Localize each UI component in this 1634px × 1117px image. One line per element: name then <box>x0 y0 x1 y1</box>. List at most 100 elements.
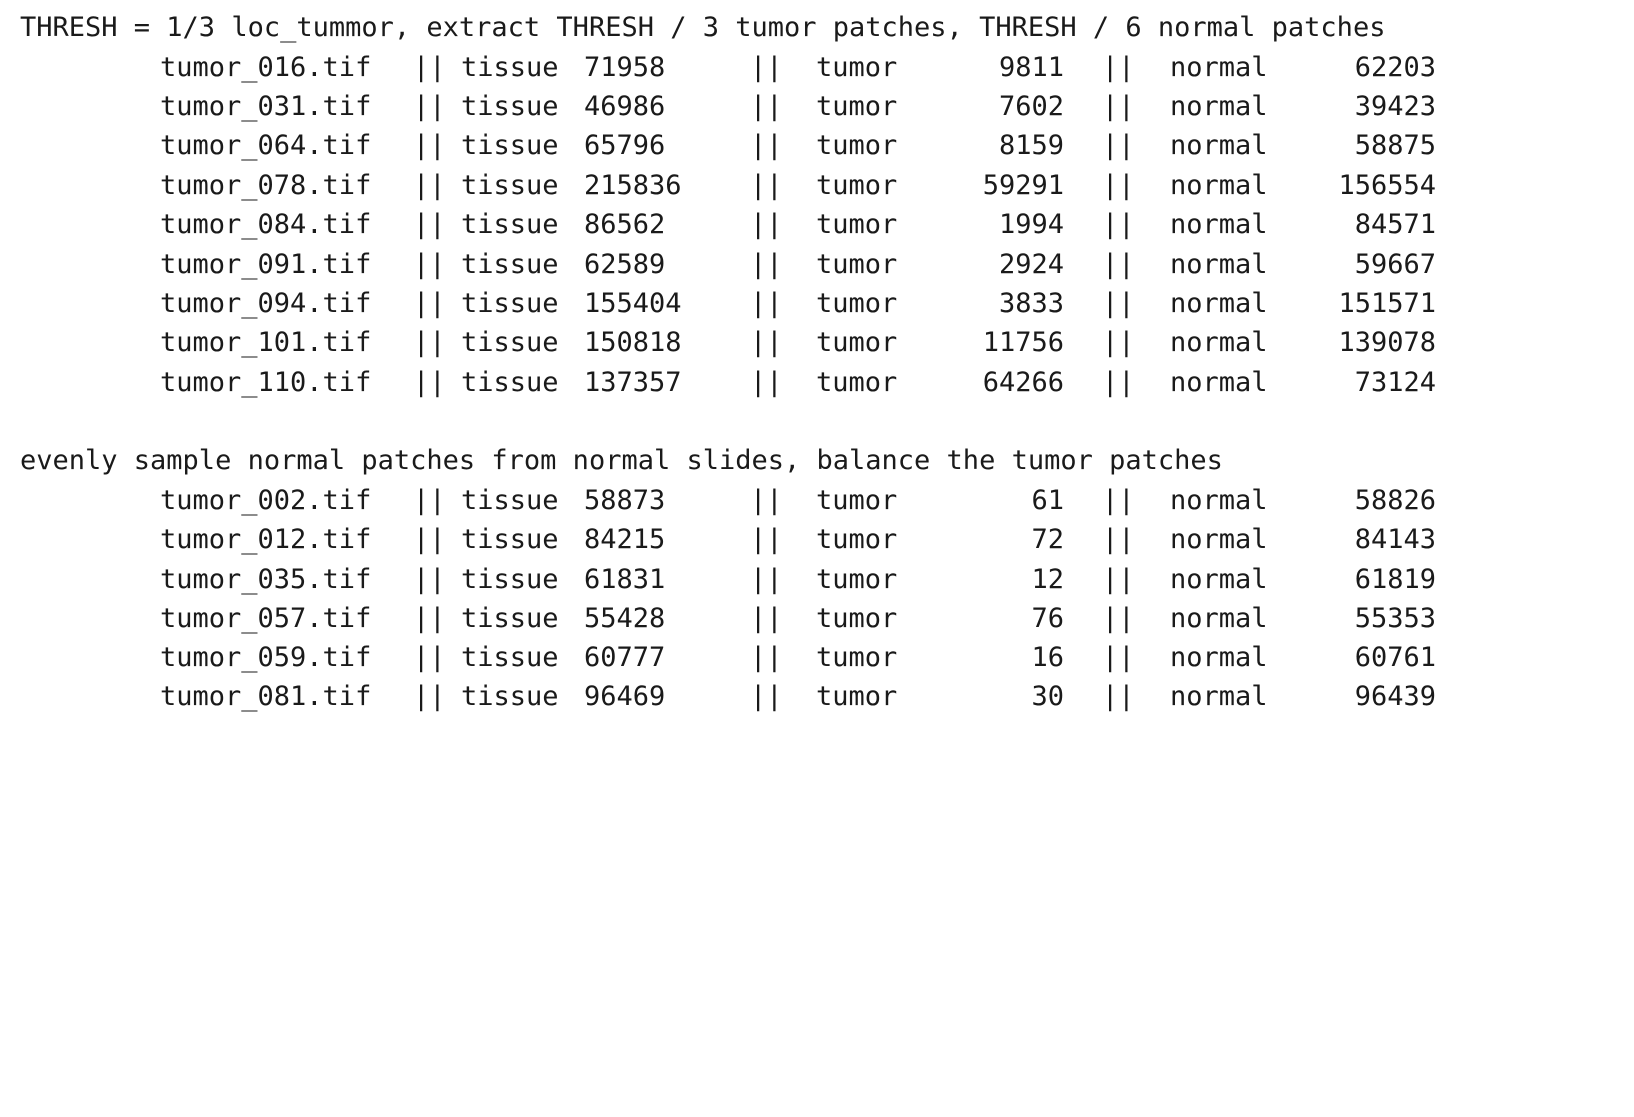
file-name: tumor_035.tif <box>160 564 372 595</box>
separator: || <box>750 52 783 83</box>
tumor-value: 16 <box>1031 642 1064 673</box>
separator: || <box>1102 170 1135 201</box>
tissue-value: 86562 <box>584 209 666 240</box>
file-name: tumor_081.tif <box>160 681 372 712</box>
file-name: tumor_012.tif <box>160 524 372 555</box>
normal-value: 84571 <box>1354 209 1436 240</box>
tumor-value: 61 <box>1031 485 1064 516</box>
separator: || <box>413 170 446 201</box>
tumor-label: tumor <box>816 603 898 634</box>
tumor-value: 7602 <box>998 91 1064 122</box>
tumor-label: tumor <box>816 91 898 122</box>
normal-value: 58875 <box>1354 130 1436 161</box>
file-name: tumor_064.tif <box>160 130 372 161</box>
normal-label: normal <box>1170 681 1268 712</box>
tissue-label: tissue <box>461 170 559 201</box>
normal-label: normal <box>1170 603 1268 634</box>
tissue-label: tissue <box>461 681 559 712</box>
separator: || <box>413 52 446 83</box>
separator: || <box>1102 288 1135 319</box>
tumor-value: 1994 <box>998 209 1064 240</box>
tumor-value: 64266 <box>982 367 1064 398</box>
separator: || <box>1102 367 1135 398</box>
file-name: tumor_059.tif <box>160 642 372 673</box>
file-name: tumor_094.tif <box>160 288 372 319</box>
table-row: tumor_059.tif || tissue 60777 || tumor 1… <box>0 638 1634 678</box>
normal-value: 55353 <box>1354 603 1436 634</box>
tumor-label: tumor <box>816 249 898 280</box>
separator: || <box>413 485 446 516</box>
tumor-value: 76 <box>1031 603 1064 634</box>
tumor-value: 11756 <box>982 327 1064 358</box>
tumor-label: tumor <box>816 524 898 555</box>
separator: || <box>413 209 446 240</box>
separator: || <box>1102 681 1135 712</box>
tumor-value: 8159 <box>998 130 1064 161</box>
separator: || <box>1102 603 1135 634</box>
file-name: tumor_091.tif <box>160 249 372 280</box>
separator: || <box>750 564 783 595</box>
tissue-value: 96469 <box>584 681 666 712</box>
tissue-label: tissue <box>461 603 559 634</box>
table-row: tumor_091.tif || tissue 62589 || tumor 2… <box>0 245 1634 285</box>
file-name: tumor_016.tif <box>160 52 372 83</box>
tissue-label: tissue <box>461 642 559 673</box>
tumor-label: tumor <box>816 209 898 240</box>
separator: || <box>1102 249 1135 280</box>
separator: || <box>413 327 446 358</box>
tissue-label: tissue <box>461 485 559 516</box>
normal-label: normal <box>1170 52 1268 83</box>
separator: || <box>1102 91 1135 122</box>
normal-label: normal <box>1170 288 1268 319</box>
tumor-label: tumor <box>816 485 898 516</box>
tissue-label: tissue <box>461 249 559 280</box>
tissue-value: 46986 <box>584 91 666 122</box>
table-row: tumor_078.tif || tissue 215836 || tumor … <box>0 166 1634 206</box>
separator: || <box>1102 564 1135 595</box>
tissue-label: tissue <box>461 91 559 122</box>
table-row: tumor_031.tif || tissue 46986 || tumor 7… <box>0 87 1634 127</box>
tumor-label: tumor <box>816 170 898 201</box>
separator: || <box>750 170 783 201</box>
normal-label: normal <box>1170 564 1268 595</box>
separator: || <box>413 524 446 555</box>
normal-value: 73124 <box>1354 367 1436 398</box>
tissue-label: tissue <box>461 52 559 83</box>
normal-value: 151571 <box>1338 288 1436 319</box>
separator: || <box>750 249 783 280</box>
normal-value: 59667 <box>1354 249 1436 280</box>
table-row: tumor_002.tif || tissue 58873 || tumor 6… <box>0 481 1634 521</box>
separator: || <box>1102 642 1135 673</box>
tissue-value: 71958 <box>584 52 666 83</box>
file-name: tumor_031.tif <box>160 91 372 122</box>
tissue-value: 137357 <box>584 367 682 398</box>
tissue-label: tissue <box>461 209 559 240</box>
tumor-value: 72 <box>1031 524 1064 555</box>
table-row: tumor_081.tif || tissue 96469 || tumor 3… <box>0 677 1634 717</box>
normal-value: 60761 <box>1354 642 1436 673</box>
normal-label: normal <box>1170 249 1268 280</box>
separator: || <box>413 91 446 122</box>
tumor-label: tumor <box>816 642 898 673</box>
tissue-label: tissue <box>461 524 559 555</box>
normal-value: 58826 <box>1354 485 1436 516</box>
separator: || <box>750 91 783 122</box>
separator: || <box>1102 130 1135 161</box>
table-row: tumor_064.tif || tissue 65796 || tumor 8… <box>0 126 1634 166</box>
separator: || <box>413 564 446 595</box>
tumor-value: 30 <box>1031 681 1064 712</box>
separator: || <box>750 603 783 634</box>
tissue-value: 155404 <box>584 288 682 319</box>
normal-value: 61819 <box>1354 564 1436 595</box>
tissue-value: 61831 <box>584 564 666 595</box>
normal-value: 156554 <box>1338 170 1436 201</box>
normal-label: normal <box>1170 642 1268 673</box>
table-row: tumor_057.tif || tissue 55428 || tumor 7… <box>0 599 1634 639</box>
separator: || <box>413 249 446 280</box>
tissue-value: 150818 <box>584 327 682 358</box>
tumor-label: tumor <box>816 327 898 358</box>
tissue-label: tissue <box>461 564 559 595</box>
tumor-value: 12 <box>1031 564 1064 595</box>
separator: || <box>1102 209 1135 240</box>
file-name: tumor_057.tif <box>160 603 372 634</box>
